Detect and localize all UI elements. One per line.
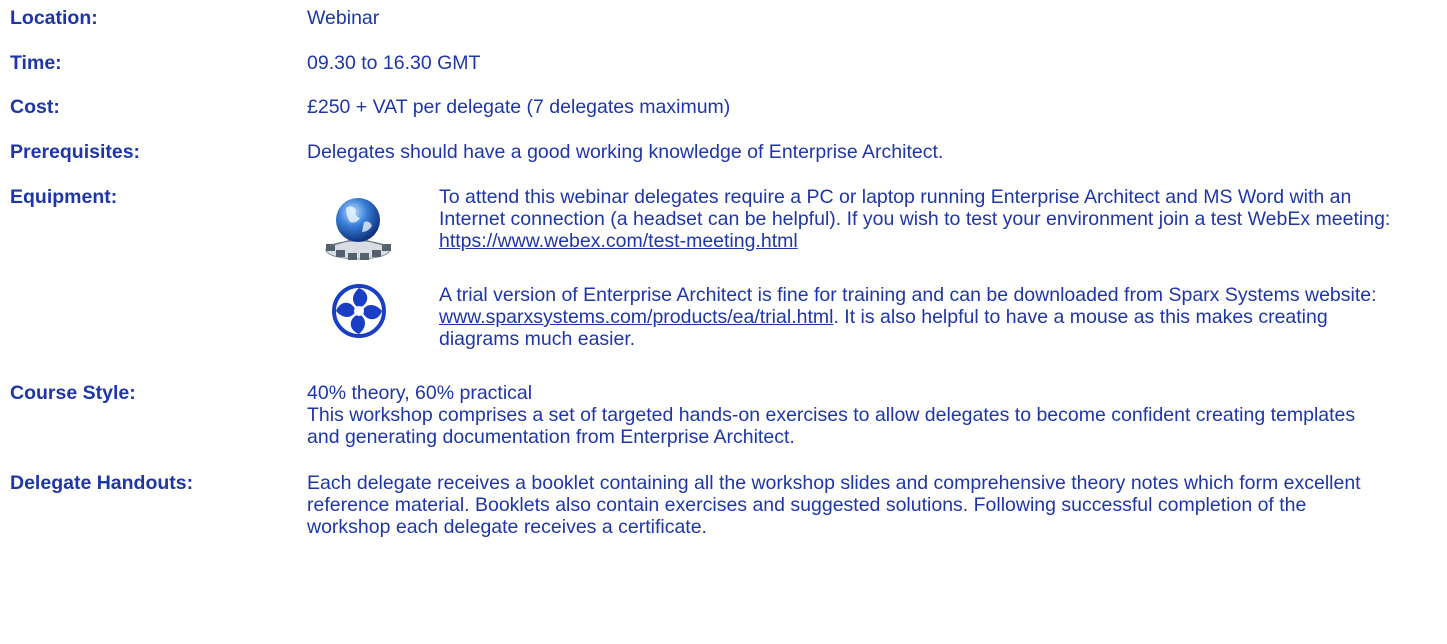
- sparx-systems-logo-icon: [332, 284, 386, 338]
- location-label: Location:: [10, 7, 98, 29]
- equipment-note-1: To attend this webinar delegates require…: [439, 186, 1399, 252]
- equipment-note-2: A trial version of Enterprise Architect …: [439, 284, 1399, 350]
- course-style-value: 40% theory, 60% practical This workshop …: [307, 382, 1387, 448]
- cost-label: Cost:: [10, 96, 60, 118]
- globe-network-icon: [325, 198, 391, 260]
- equipment-note-1-text: To attend this webinar delegates require…: [439, 186, 1391, 230]
- time-label: Time:: [10, 52, 62, 74]
- course-style-line-2: This workshop comprises a set of targete…: [307, 404, 1356, 448]
- sparx-trial-link[interactable]: www.sparxsystems.com/products/ea/trial.h…: [439, 306, 833, 328]
- prerequisites-value: Delegates should have a good working kno…: [307, 141, 944, 163]
- webex-test-link[interactable]: https://www.webex.com/test-meeting.html: [439, 230, 798, 252]
- time-value: 09.30 to 16.30 GMT: [307, 52, 481, 74]
- delegate-handouts-label: Delegate Handouts:: [10, 472, 194, 494]
- location-value: Webinar: [307, 7, 380, 29]
- prerequisites-label: Prerequisites:: [10, 141, 141, 163]
- cost-value: £250 + VAT per delegate (7 delegates max…: [307, 96, 731, 118]
- course-style-label: Course Style:: [10, 382, 136, 404]
- course-style-line-1: 40% theory, 60% practical: [307, 382, 533, 404]
- equipment-label: Equipment:: [10, 186, 118, 208]
- delegate-handouts-value: Each delegate receives a booklet contain…: [307, 472, 1361, 538]
- equipment-note-2-text: A trial version of Enterprise Architect …: [439, 284, 1377, 306]
